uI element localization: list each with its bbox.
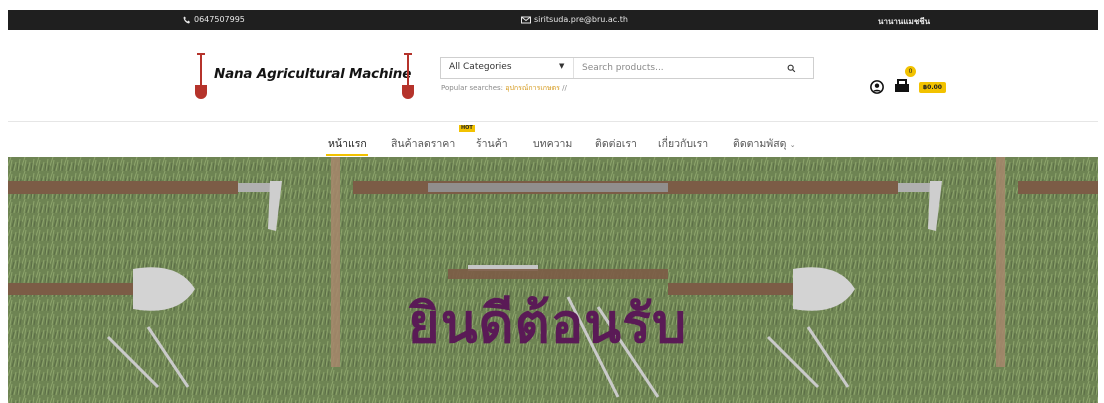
nav-track-parcel[interactable]: ติดตามพัสดุ ⌄ bbox=[733, 135, 796, 152]
nav-sale[interactable]: สินค้าลดราคา bbox=[391, 135, 455, 152]
cart-total[interactable]: ฿0.00 bbox=[919, 82, 946, 93]
search-button[interactable] bbox=[781, 61, 801, 75]
popular-searches-label: Popular searches: bbox=[441, 84, 504, 92]
popular-searches: Popular searches: อุปกรณ์การเกษตร // bbox=[441, 83, 567, 94]
envelope-icon bbox=[521, 16, 531, 24]
top-bar: 0647507995 siritsuda.pre@bru.ac.th นานาน… bbox=[8, 10, 1098, 30]
site-logo[interactable]: Nana Agricultural Machine bbox=[194, 53, 420, 105]
cart-icon[interactable] bbox=[892, 76, 912, 94]
cart-count-badge: 0 bbox=[905, 66, 916, 77]
main-nav: หน้าแรก สินค้าลดราคา HOT ร้านค้า บทความ … bbox=[8, 122, 1098, 157]
popular-search-link[interactable]: อุปกรณ์การเกษตร bbox=[505, 84, 560, 92]
hero-banner: ยินดีต้อนรับ bbox=[8, 157, 1098, 403]
topbar-phone[interactable]: 0647507995 bbox=[183, 15, 245, 24]
nav-about[interactable]: เกี่ยวกับเรา bbox=[658, 135, 708, 152]
caret-down-icon: ▼ bbox=[559, 62, 565, 70]
logo-text: Nana Agricultural Machine bbox=[214, 66, 412, 82]
chevron-down-icon: ⌄ bbox=[789, 141, 796, 149]
phone-icon bbox=[183, 16, 191, 24]
phone-number: 0647507995 bbox=[194, 15, 245, 24]
shovel-logo-icon bbox=[195, 53, 207, 99]
popular-searches-separator: // bbox=[562, 84, 567, 92]
site-header: Nana Agricultural Machine All Categories… bbox=[8, 30, 1098, 122]
search-input[interactable] bbox=[573, 58, 773, 78]
nav-active-underline bbox=[326, 154, 368, 156]
hero-welcome-title: ยินดีต้อนรับ bbox=[408, 292, 688, 355]
nav-shop[interactable]: ร้านค้า bbox=[476, 135, 508, 152]
product-search: All Categories ▼ bbox=[440, 57, 814, 79]
user-account-icon[interactable] bbox=[870, 80, 884, 94]
nav-home[interactable]: หน้าแรก bbox=[328, 135, 367, 152]
email-address: siritsuda.pre@bru.ac.th bbox=[534, 15, 628, 24]
topbar-email[interactable]: siritsuda.pre@bru.ac.th bbox=[521, 15, 628, 24]
topbar-user[interactable]: นานานแมชชีน bbox=[878, 15, 930, 28]
hot-badge: HOT bbox=[459, 125, 475, 132]
category-select[interactable]: All Categories bbox=[441, 58, 573, 78]
search-icon bbox=[787, 64, 795, 72]
shovel-logo-icon bbox=[402, 53, 414, 99]
nav-track-parcel-label: ติดตามพัสดุ bbox=[733, 138, 787, 150]
nav-articles[interactable]: บทความ bbox=[533, 135, 572, 152]
nav-contact[interactable]: ติดต่อเรา bbox=[595, 135, 637, 152]
